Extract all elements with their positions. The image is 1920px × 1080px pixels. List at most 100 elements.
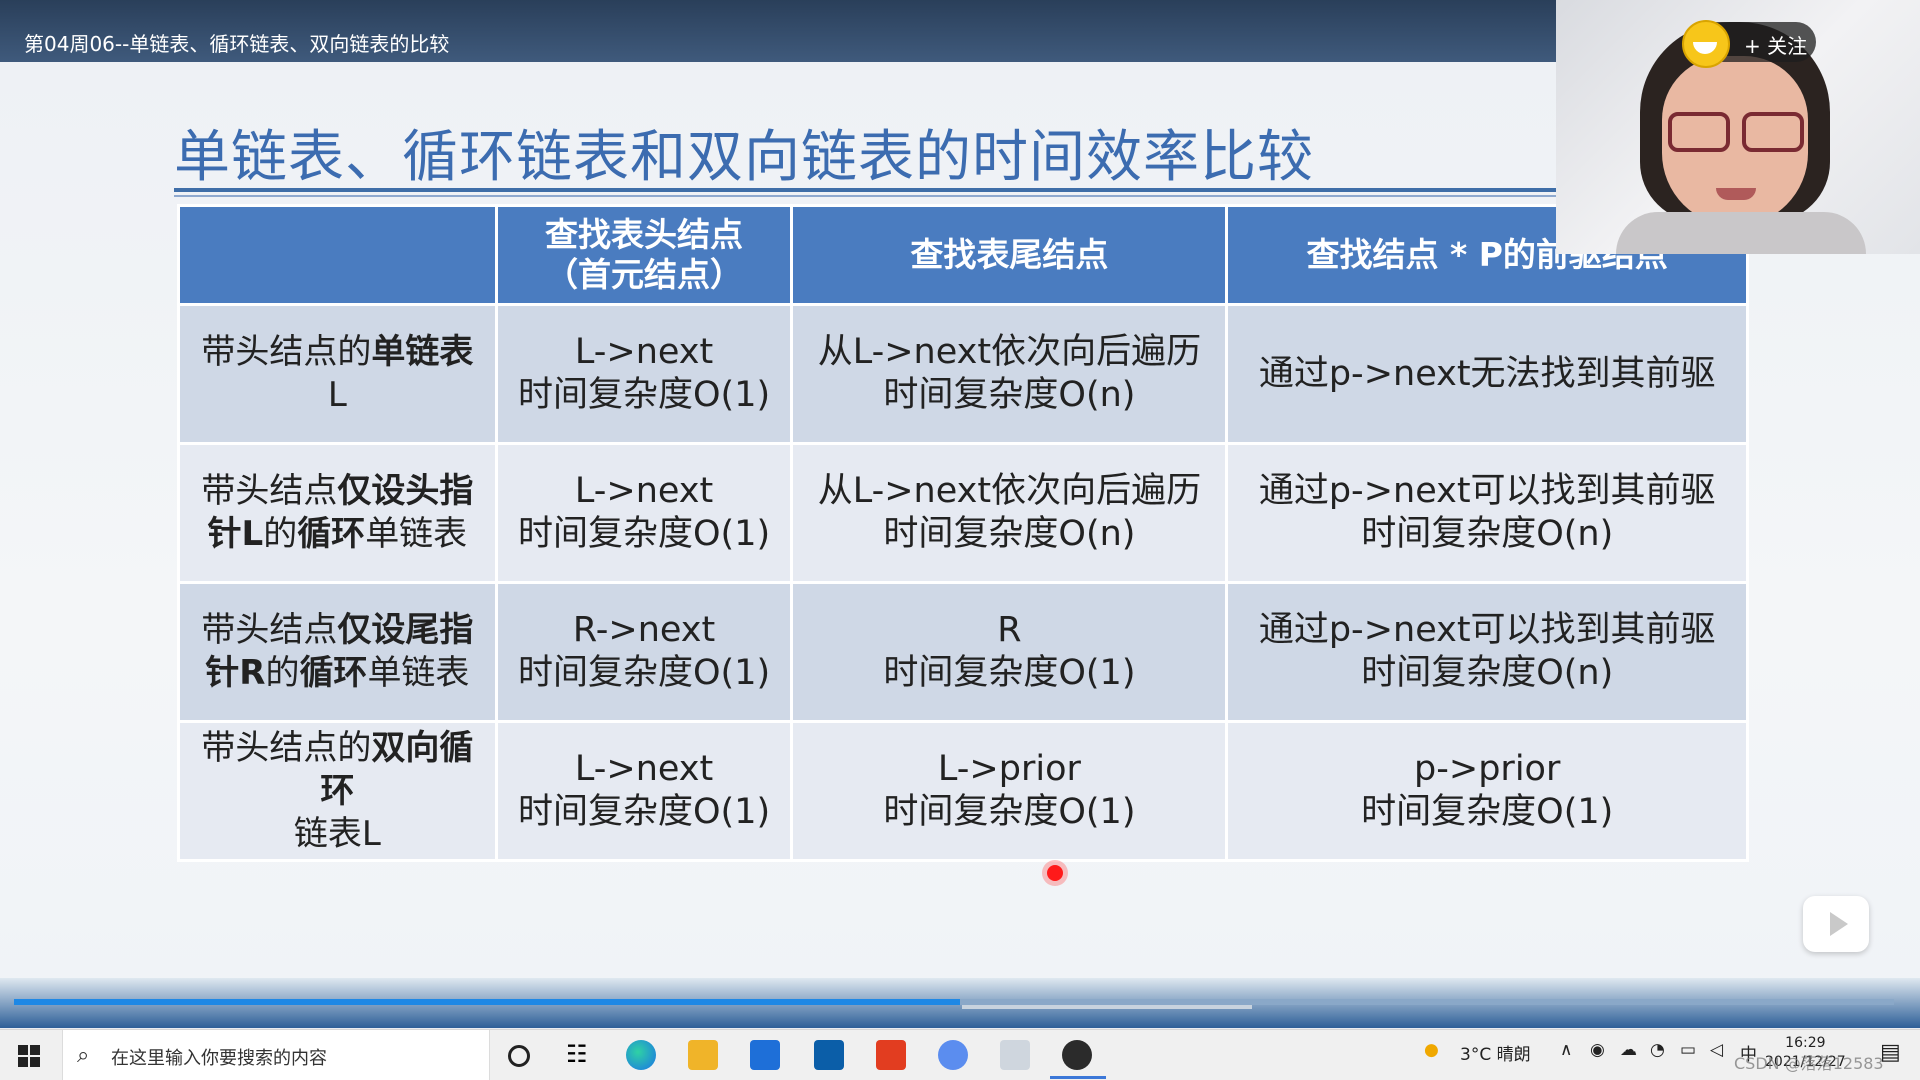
cell-text: L->next (574, 749, 714, 789)
header-find-head: 查找表头结点 （首元结点） (494, 204, 794, 306)
row-header-text: 带头结点 (201, 471, 338, 511)
presenter-shirt (1616, 212, 1866, 254)
row-header-text: 单链表 (365, 514, 468, 554)
task-view-icon[interactable]: ☷ (566, 1040, 596, 1070)
edge-icon[interactable] (626, 1040, 656, 1070)
cell-text: 从L->next依次向后遍历 (817, 471, 1202, 511)
office-icon[interactable] (876, 1040, 906, 1070)
mail-icon[interactable] (750, 1040, 780, 1070)
header-find-tail: 查找表尾结点 (790, 204, 1229, 306)
row-header-bold: 单链表 (371, 332, 474, 372)
comparison-table: 查找表头结点 （首元结点） 查找表尾结点 查找结点 * P的前驱结点 带头结点的… (177, 204, 1749, 862)
cell-text: 从L->next依次向后遍历 (817, 332, 1202, 372)
cortana-icon[interactable] (508, 1045, 530, 1067)
cell-text: R (997, 610, 1022, 650)
search-placeholder: 在这里输入你要搜索的内容 (111, 1048, 327, 1069)
taskbar-search-input[interactable]: ⌕ 在这里输入你要搜索的内容 (62, 1030, 490, 1080)
slide-title: 单链表、循环链表和双向链表的时间效率比较 (174, 125, 1314, 190)
cell-text: 通过p->next无法找到其前驱 (1258, 353, 1716, 394)
row-header: 带头结点仅设尾指针R的循环单链表 (177, 581, 498, 723)
cell-text: 时间复杂度O(n) (883, 514, 1136, 554)
cell-text: 时间复杂度O(1) (517, 792, 771, 832)
cell-text: 时间复杂度O(1) (517, 514, 771, 554)
windows-taskbar: ⌕ 在这里输入你要搜索的内容 ☷ ● 3°C 晴朗 ∧ ◉ ☁ ◔ ▭ ◁ 中 … (0, 1029, 1920, 1080)
title-rule (174, 188, 1576, 192)
table-row: 带头结点的单链表 L L->next 时间复杂度O(1) 从L->next依次向后… (177, 303, 1749, 445)
cell-text: 时间复杂度O(1) (517, 375, 771, 415)
cell-find-prev: 通过p->next可以找到其前驱 时间复杂度O(n) (1225, 581, 1749, 723)
row-header: 带头结点仅设头指针L的循环单链表 (177, 442, 498, 584)
cell-text: 时间复杂度O(1) (883, 653, 1136, 693)
laser-pointer (1047, 865, 1063, 881)
row-header-text: 链表L (293, 813, 381, 854)
cell-find-prev: 通过p->next无法找到其前驱 (1225, 303, 1749, 445)
volume-icon[interactable]: ◁ (1710, 1040, 1723, 1060)
cell-find-head: L->next 时间复杂度O(1) (494, 442, 794, 584)
cell-text: 通过p->next可以找到其前驱 (1258, 610, 1716, 650)
cell-text: 时间复杂度O(n) (883, 375, 1136, 415)
cell-text: L->next (574, 471, 714, 511)
cell-text: L->prior (937, 749, 1081, 789)
header-find-head-line2: （首元结点） (545, 255, 744, 294)
cell-text: 时间复杂度O(1) (517, 653, 771, 693)
row-header-bold: 循环 (297, 514, 366, 554)
buffer-bar (962, 1005, 1252, 1009)
row-header-text: 的 (265, 653, 300, 693)
row-header-text: 带头结点的 (201, 332, 372, 372)
progress-fill (14, 999, 960, 1005)
network-icon[interactable]: ☁ (1620, 1040, 1637, 1060)
cell-find-head: L->next 时间复杂度O(1) (494, 303, 794, 445)
battery-icon[interactable]: ▭ (1680, 1040, 1696, 1060)
table-row: 带头结点仅设头指针L的循环单链表 L->next 时间复杂度O(1) 从L->n… (177, 442, 1749, 584)
header-find-head-line1: 查找表头结点 (545, 215, 744, 254)
follow-button[interactable]: + 关注 (1682, 20, 1816, 68)
watermark: CSDN @落落12583 (1734, 1054, 1884, 1073)
weather-icon[interactable]: ● (1424, 1040, 1439, 1060)
play-icon[interactable] (1803, 896, 1869, 952)
cell-text: p->prior (1414, 749, 1561, 789)
row-header-text: 带头结点的 (201, 727, 372, 768)
row-header-text: 带头结点 (201, 610, 338, 650)
title-rule-thin (174, 195, 1576, 197)
cell-find-tail: 从L->next依次向后遍历 时间复杂度O(n) (790, 303, 1229, 445)
cell-text: 时间复杂度O(n) (1361, 514, 1614, 554)
table-row: 带头结点的双向循环 链表L L->next 时间复杂度O(1) L->prior … (177, 720, 1749, 862)
qq-tray-icon[interactable]: ◉ (1590, 1040, 1605, 1060)
presenter-glasses (1668, 112, 1804, 152)
presenter-mouth (1716, 188, 1756, 200)
cell-find-head: R->next 时间复杂度O(1) (494, 581, 794, 723)
wifi-icon[interactable]: ◔ (1650, 1040, 1665, 1060)
cell-text: 通过p->next可以找到其前驱 (1258, 471, 1716, 511)
video-title: 第04周06--单链表、循环链表、双向链表的比较 (24, 32, 450, 56)
header-empty (177, 204, 498, 306)
row-header-bold: 循环 (299, 653, 368, 693)
cell-text: 时间复杂度O(1) (883, 792, 1136, 832)
cell-text: 时间复杂度O(1) (1361, 792, 1614, 832)
tray-chevron-icon[interactable]: ∧ (1560, 1040, 1572, 1060)
smiley-icon (1682, 20, 1730, 68)
cell-text: L->next (574, 332, 714, 372)
table-header-row: 查找表头结点 （首元结点） 查找表尾结点 查找结点 * P的前驱结点 (177, 204, 1749, 306)
app-star-icon[interactable] (938, 1040, 968, 1070)
cell-find-prev: p->prior 时间复杂度O(1) (1225, 720, 1749, 862)
row-header: 带头结点的单链表 L (177, 303, 498, 445)
row-header-text: 单链表 (367, 653, 470, 693)
notification-icon[interactable]: ▤ (1880, 1040, 1901, 1065)
store-icon[interactable] (814, 1040, 844, 1070)
row-header: 带头结点的双向循环 链表L (177, 720, 498, 862)
cell-find-head: L->next 时间复杂度O(1) (494, 720, 794, 862)
cell-text: 时间复杂度O(n) (1361, 653, 1614, 693)
photos-icon[interactable] (1000, 1040, 1030, 1070)
table-row: 带头结点仅设尾指针R的循环单链表 R->next 时间复杂度O(1) R 时间复… (177, 581, 1749, 723)
cell-find-prev: 通过p->next可以找到其前驱 时间复杂度O(n) (1225, 442, 1749, 584)
windows-start-icon[interactable] (18, 1045, 40, 1067)
search-icon: ⌕ (77, 1043, 90, 1068)
qq-browser-icon[interactable] (1062, 1040, 1092, 1070)
cell-find-tail: 从L->next依次向后遍历 时间复杂度O(n) (790, 442, 1229, 584)
cell-find-tail: L->prior 时间复杂度O(1) (790, 720, 1229, 862)
file-explorer-icon[interactable] (688, 1040, 718, 1070)
cell-find-tail: R 时间复杂度O(1) (790, 581, 1229, 723)
row-header-text: L (327, 375, 347, 415)
weather-text[interactable]: 3°C 晴朗 (1460, 1040, 1531, 1065)
follow-label: + 关注 (1744, 34, 1808, 58)
